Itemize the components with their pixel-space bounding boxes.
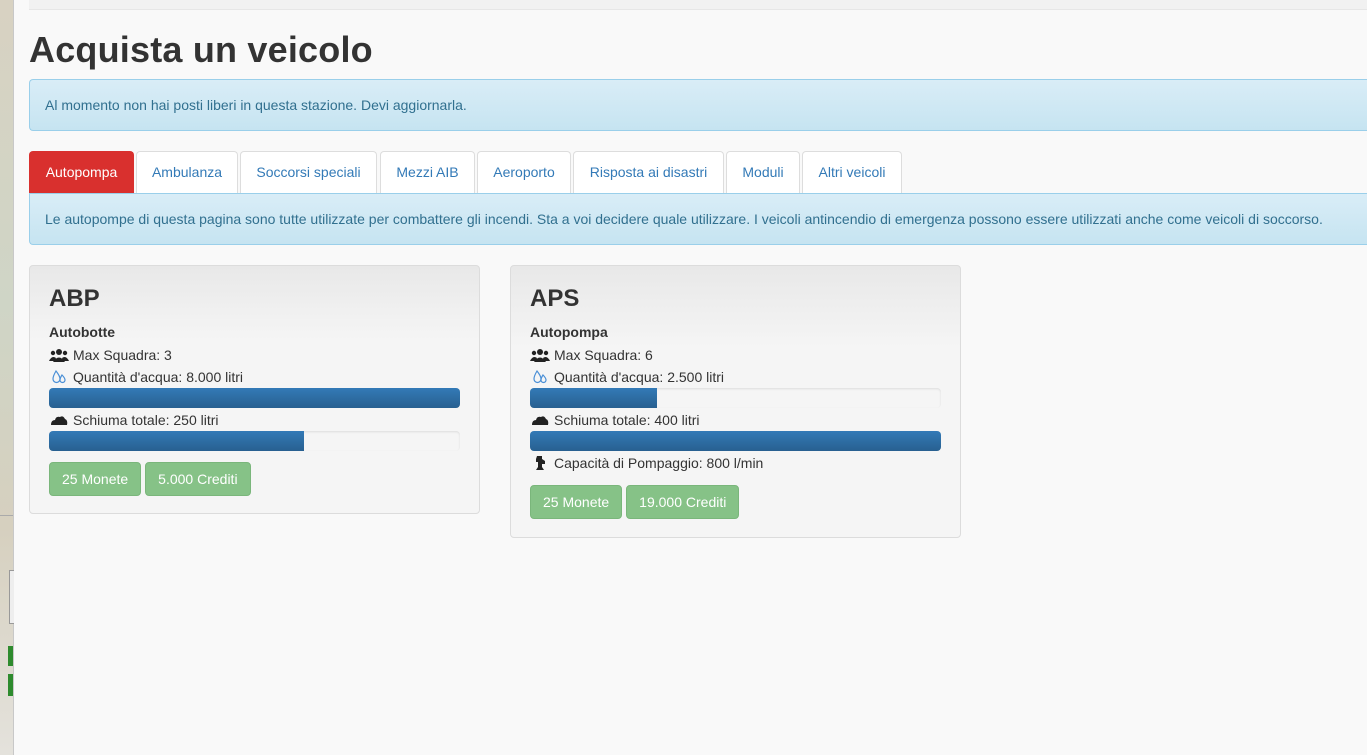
vehicle-type: Autobotte <box>49 324 116 340</box>
vehicle-code: APS <box>530 285 580 312</box>
tab-risposta-ai-disastri[interactable]: Risposta ai disastri <box>573 151 724 193</box>
buy-with-coins-button[interactable]: 25 Monete <box>49 462 142 496</box>
pump-icon <box>530 455 550 471</box>
pump-label: Capacità di Pompaggio: 800 l/min <box>554 455 764 471</box>
tab-altri-veicoli[interactable]: Altri veicoli <box>802 151 902 193</box>
category-info-alert: Le autopompe di questa pagina sono tutte… <box>29 193 1367 245</box>
water-spec: Quantità d'acqua: 8.000 litri <box>49 366 460 388</box>
buy-buttons: 25 Monete 19.000 Crediti <box>530 485 941 519</box>
tab-soccorsi-speciali[interactable]: Soccorsi speciali <box>240 151 377 193</box>
foam-icon <box>530 412 550 428</box>
buy-with-credits-button[interactable]: 5.000 Crediti <box>145 462 251 496</box>
tab-moduli[interactable]: Moduli <box>726 151 800 193</box>
water-progress-fill <box>49 388 460 408</box>
top-bar <box>29 0 1367 10</box>
page-title: Acquista un veicolo <box>29 29 373 70</box>
users-icon <box>49 347 69 363</box>
foam-label: Schiuma totale: 250 litri <box>73 412 219 428</box>
buy-with-coins-button[interactable]: 25 Monete <box>530 485 623 519</box>
crew-label: Max Squadra: 6 <box>554 347 653 363</box>
crew-spec: Max Squadra: 6 <box>530 344 941 366</box>
foam-progress-bar <box>530 431 941 451</box>
foam-icon <box>49 412 69 428</box>
crew-label: Max Squadra: 3 <box>73 347 172 363</box>
crew-spec: Max Squadra: 3 <box>49 344 460 366</box>
pump-spec: Capacità di Pompaggio: 800 l/min <box>530 452 941 474</box>
station-full-alert-text: Al momento non hai posti liberi in quest… <box>45 97 467 113</box>
background-divider <box>0 515 13 516</box>
background-marker <box>8 646 13 666</box>
foam-spec: Schiuma totale: 400 litri <box>530 409 941 431</box>
water-progress-bar <box>49 388 460 408</box>
water-spec: Quantità d'acqua: 2.500 litri <box>530 366 941 388</box>
vehicle-card-abp: ABP Autobotte Max Squadra: 3 Quantità d'… <box>29 265 480 514</box>
foam-progress-bar <box>49 431 460 451</box>
tab-mezzi-aib[interactable]: Mezzi AIB <box>380 151 475 193</box>
water-label: Quantità d'acqua: 2.500 litri <box>554 369 725 385</box>
background-panel-edge <box>9 570 14 624</box>
foam-progress-fill <box>49 431 304 451</box>
station-full-alert: Al momento non hai posti liberi in quest… <box>29 79 1367 131</box>
water-progress-fill <box>530 388 658 408</box>
users-icon <box>530 347 550 363</box>
tab-ambulanza[interactable]: Ambulanza <box>136 151 238 193</box>
category-info-alert-text: Le autopompe di questa pagina sono tutte… <box>45 211 1323 227</box>
foam-progress-fill <box>530 431 941 451</box>
water-progress-bar <box>530 388 941 408</box>
water-label: Quantità d'acqua: 8.000 litri <box>73 369 244 385</box>
vehicle-code: ABP <box>49 285 100 312</box>
vehicle-card-aps: APS Autopompa Max Squadra: 6 Quantità d'… <box>510 265 961 538</box>
buy-buttons: 25 Monete 5.000 Crediti <box>49 462 460 496</box>
tab-autopompa[interactable]: Autopompa <box>29 151 134 193</box>
background-marker <box>8 674 13 696</box>
vehicle-type: Autopompa <box>530 324 608 340</box>
foam-label: Schiuma totale: 400 litri <box>554 412 700 428</box>
water-drop-icon <box>49 369 69 385</box>
foam-spec: Schiuma totale: 250 litri <box>49 409 460 431</box>
buy-with-credits-button[interactable]: 19.000 Crediti <box>626 485 740 519</box>
tab-aeroporto[interactable]: Aeroporto <box>477 151 571 193</box>
water-drop-icon <box>530 369 550 385</box>
background-map-strip <box>0 0 14 755</box>
